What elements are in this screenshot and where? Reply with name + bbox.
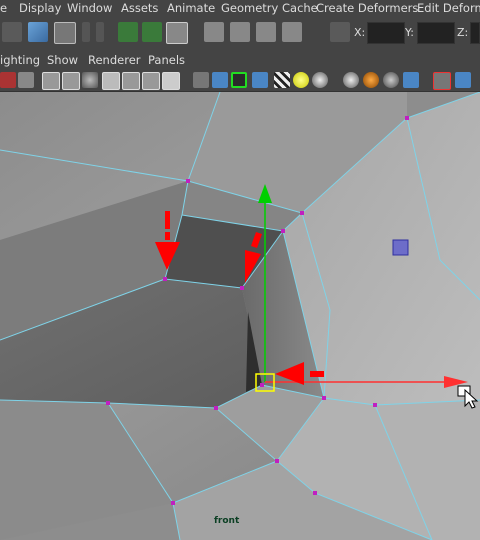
menu-item-animate[interactable]: Animate [167, 1, 215, 15]
xray-joints-icon[interactable] [455, 72, 471, 88]
transform-field-icon[interactable] [330, 22, 350, 42]
red-arrow-shaft [165, 232, 170, 240]
text-icon[interactable] [162, 72, 180, 90]
main-menu-bar: e Display Window Assets Animate Geometry… [0, 0, 480, 17]
vertex[interactable] [313, 491, 317, 495]
perspective-viewport[interactable] [0, 92, 480, 540]
xray-icon[interactable] [433, 72, 451, 90]
vertex[interactable] [275, 459, 279, 463]
vertex[interactable] [405, 116, 409, 120]
grid-icon[interactable] [62, 72, 80, 90]
anti-aliasing-icon[interactable] [383, 72, 399, 88]
vertex[interactable] [300, 211, 304, 215]
panel-menu-renderer[interactable]: Renderer [88, 53, 141, 67]
ipr-render-icon[interactable] [256, 22, 276, 42]
render-current-frame-icon[interactable] [230, 22, 250, 42]
menu-item-create-deformers[interactable]: Create Deformers [316, 1, 418, 15]
select-camera-icon[interactable] [0, 72, 16, 88]
vertex[interactable] [186, 179, 190, 183]
flat-shade-icon[interactable] [102, 72, 120, 90]
construction-history-icon[interactable] [166, 22, 188, 44]
menu-item-window[interactable]: Window [67, 1, 112, 15]
red-arrow-shaft [165, 211, 170, 229]
shaded-cube-icon[interactable] [212, 72, 228, 88]
menu-item-edit[interactable]: e [0, 1, 7, 15]
menu-item-edit-deformers[interactable]: Edit Deformer [417, 1, 480, 15]
z-field[interactable] [470, 22, 480, 44]
isolate-select-icon[interactable] [231, 72, 247, 88]
render-settings-icon[interactable] [282, 22, 302, 42]
camera-attributes-icon[interactable] [18, 72, 34, 88]
points-icon[interactable] [142, 72, 160, 90]
y-label: Y: [405, 26, 414, 39]
depth-of-field-icon[interactable] [403, 72, 419, 88]
x-field[interactable] [367, 22, 405, 44]
select-by-object-icon[interactable] [2, 22, 22, 42]
vertex[interactable] [260, 383, 264, 387]
z-label: Z: [457, 26, 469, 39]
menu-item-display[interactable]: Display [19, 1, 61, 15]
collapse-arrow-icon[interactable] [96, 22, 104, 42]
panel-menu-bar: ighting Show Renderer Panels [0, 50, 480, 69]
pivot-marker[interactable] [392, 239, 409, 256]
smooth-shade-icon[interactable] [82, 72, 98, 88]
input-connection-icon[interactable] [118, 22, 138, 42]
panel-menu-panels[interactable]: Panels [148, 53, 185, 67]
menu-item-assets[interactable]: Assets [121, 1, 158, 15]
output-connection-icon[interactable] [142, 22, 162, 42]
vertex[interactable] [281, 229, 285, 233]
shadows-icon[interactable] [312, 72, 328, 88]
motion-blur-icon[interactable] [363, 72, 379, 88]
vertex[interactable] [373, 403, 377, 407]
y-field[interactable] [417, 22, 455, 44]
status-line-toolbar: X: Y: Z: [0, 17, 480, 49]
textured-cube-icon[interactable] [252, 72, 268, 88]
select-hierarchy-icon[interactable] [54, 22, 76, 44]
ambient-occlusion-icon[interactable] [343, 72, 359, 88]
select-by-component-icon[interactable] [28, 22, 48, 42]
vertex[interactable] [171, 501, 175, 505]
bounding-box-icon[interactable] [122, 72, 140, 90]
wireframe-cube-icon[interactable] [193, 72, 209, 88]
render-view-icon[interactable] [204, 22, 224, 42]
wireframe-icon[interactable] [42, 72, 60, 90]
panel-toolbar [0, 69, 480, 92]
red-arrow-shaft [310, 371, 324, 377]
panel-menu-lighting[interactable]: ighting [0, 53, 40, 67]
vertex[interactable] [240, 286, 244, 290]
menu-item-geometry-cache[interactable]: Geometry Cache [221, 1, 318, 15]
lighting-icon[interactable] [293, 72, 309, 88]
vertex[interactable] [163, 277, 167, 281]
vertex[interactable] [214, 406, 218, 410]
vertex[interactable] [106, 401, 110, 405]
vertex[interactable] [322, 396, 326, 400]
menu-set-separator-icon [82, 22, 90, 42]
camera-label: front [214, 516, 240, 526]
x-label: X: [354, 26, 366, 39]
checker-texture-icon[interactable] [274, 72, 290, 88]
panel-menu-show[interactable]: Show [47, 53, 78, 67]
